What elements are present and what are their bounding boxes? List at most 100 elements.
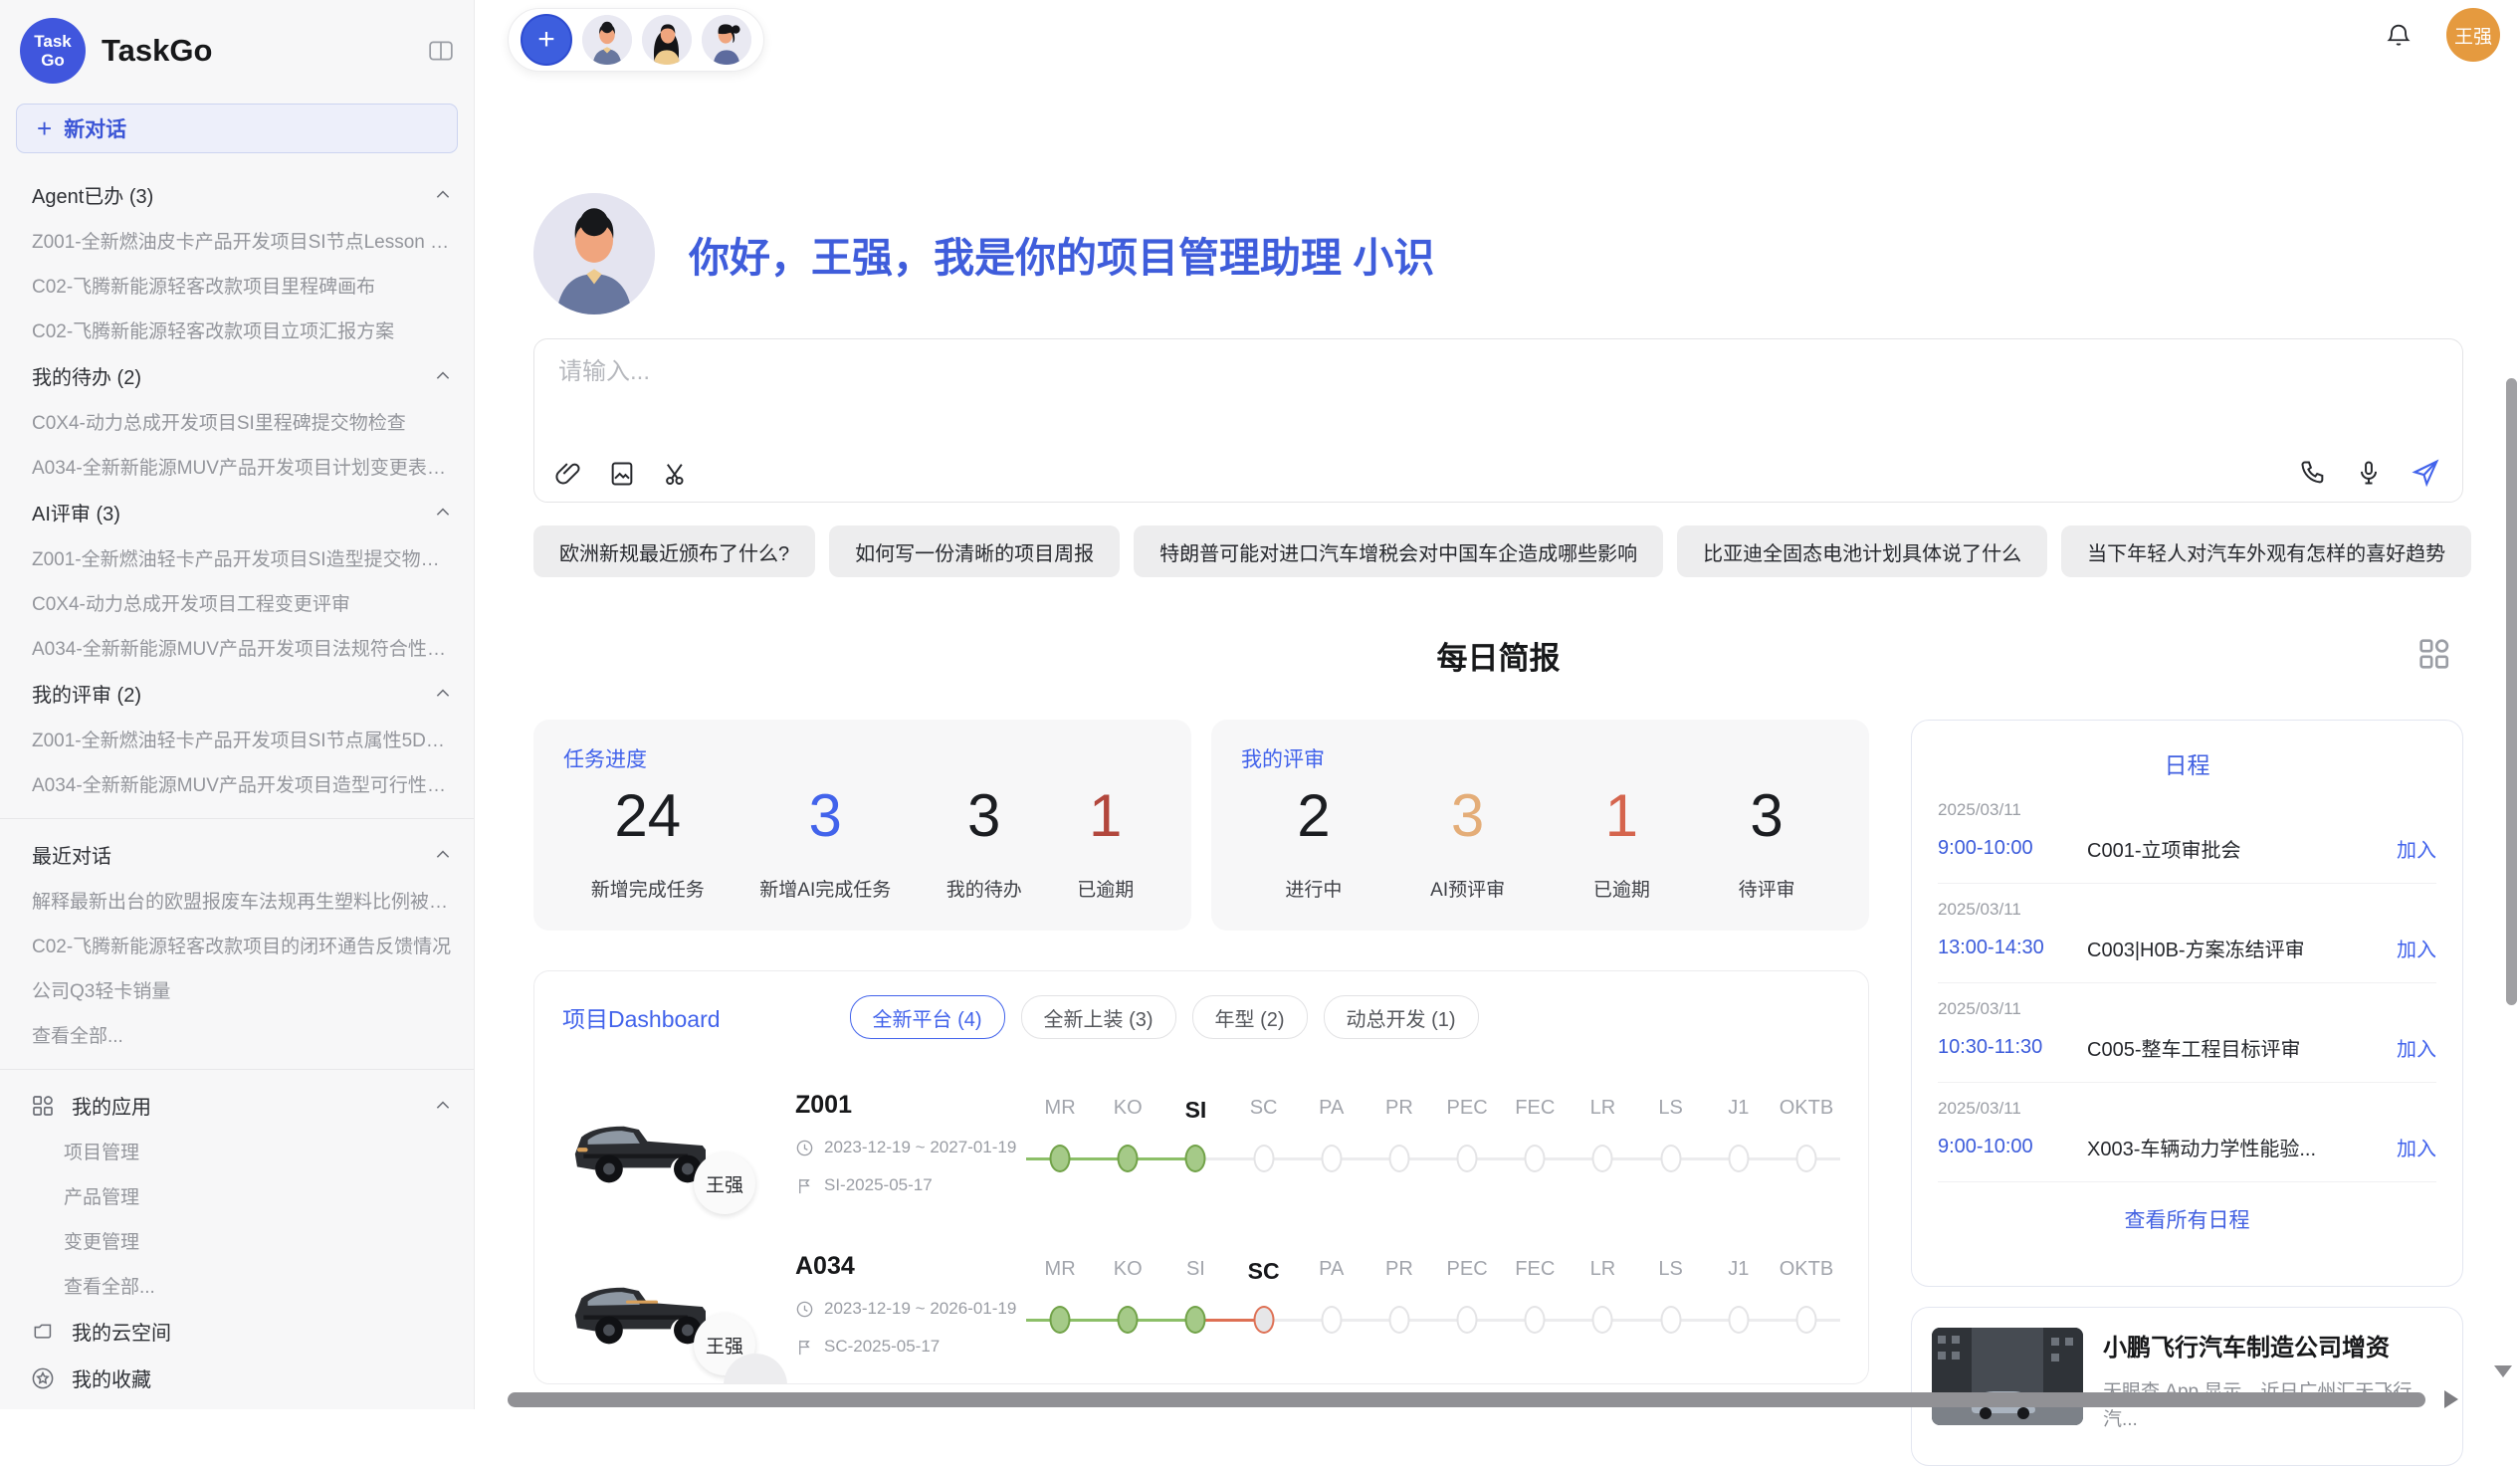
milestone-pec: PEC: [1433, 1097, 1501, 1174]
suggestion-chip[interactable]: 比亚迪全固态电池计划具体说了什么: [1677, 525, 2047, 577]
join-button[interactable]: 加入: [2397, 1033, 2436, 1062]
new-chat-button[interactable]: + 新对话: [16, 104, 458, 153]
tab-year-model[interactable]: 年型 (2): [1192, 995, 1308, 1039]
join-button[interactable]: 加入: [2397, 834, 2436, 863]
milestone-dot: [1388, 1145, 1409, 1172]
sidebar-item-change-mgmt[interactable]: 变更管理: [0, 1218, 474, 1263]
tab-powertrain[interactable]: 动总开发 (1): [1324, 995, 1479, 1039]
group-ai-review[interactable]: AI评审 (3): [0, 489, 474, 535]
chat-input[interactable]: [556, 357, 2440, 387]
chevron-up-icon[interactable]: [434, 367, 452, 385]
divider: [0, 1069, 474, 1070]
milestone-ko: KO: [1094, 1097, 1161, 1174]
sidebar-chat-item[interactable]: 解释最新出台的欧盟报废车法规再生塑料比例被调至15%...: [0, 878, 474, 923]
sidebar-item-my-apps[interactable]: 我的应用: [0, 1082, 474, 1129]
layout-grid-icon[interactable]: [2415, 635, 2453, 673]
top-right-controls: 王强: [2385, 8, 2500, 62]
sidebar-chat-item[interactable]: A034-全新新能源MUV产品开发项目造型可行性评审: [0, 761, 474, 806]
sidebar-item-product-mgmt[interactable]: 产品管理: [0, 1173, 474, 1218]
chevron-up-icon[interactable]: [434, 186, 452, 204]
new-chat-label: 新对话: [64, 113, 126, 143]
notification-bell-icon[interactable]: [2385, 21, 2413, 49]
schedule-title: 日程: [1938, 746, 2436, 780]
project-name[interactable]: Z001: [795, 1091, 1026, 1120]
sidebar-chat-item[interactable]: A034-全新新能源MUV产品开发项目计划变更表编写: [0, 444, 474, 489]
vertical-scrollbar[interactable]: [2506, 378, 2517, 1005]
agent-avatar-2[interactable]: [642, 15, 692, 65]
star-badge-icon: [30, 1365, 56, 1391]
user-avatar[interactable]: 王强: [2446, 8, 2500, 62]
milestone-dot: [1525, 1145, 1546, 1172]
cloud-folder-icon: [30, 1319, 56, 1345]
group-label: 最近对话: [32, 840, 111, 869]
image-icon[interactable]: [608, 460, 636, 488]
view-all-schedule-link[interactable]: 查看所有日程: [1938, 1182, 2436, 1256]
project-owner-badge: 王强: [694, 1152, 755, 1214]
attachment-icon[interactable]: [554, 460, 582, 488]
project-name[interactable]: A034: [795, 1252, 1026, 1281]
microphone-icon[interactable]: [2355, 459, 2383, 487]
milestone-dot: [1388, 1306, 1409, 1334]
milestone-dot: [1728, 1306, 1749, 1334]
suggestion-chip[interactable]: 欧洲新规最近颁布了什么?: [533, 525, 815, 577]
tab-new-body[interactable]: 全新上装 (3): [1021, 995, 1176, 1039]
apps-grid-icon: [30, 1093, 56, 1119]
suggestion-chip[interactable]: 当下年轻人对汽车外观有怎样的喜好趋势: [2061, 525, 2471, 577]
tab-new-platform[interactable]: 全新平台 (4): [850, 995, 1005, 1039]
stats-row: 任务进度 24 新增完成任务 3 新增AI完成任务 3 我的待办 1 已逾期: [533, 720, 1869, 931]
scissors-icon[interactable]: [662, 460, 690, 488]
schedule-date: 2025/03/11: [1938, 900, 2436, 920]
sidebar-chat-item[interactable]: Z001-全新燃油轻卡产品开发项目SI造型提交物评审: [0, 535, 474, 580]
milestone-dot: [1050, 1306, 1071, 1334]
sidebar-collapse-icon[interactable]: [428, 38, 454, 64]
group-agent-done[interactable]: Agent已办 (3): [0, 171, 474, 218]
group-my-review[interactable]: 我的评审 (2): [0, 670, 474, 717]
add-agent-button[interactable]: +: [521, 14, 572, 66]
news-card[interactable]: 小鹏飞行汽车制造公司增资 天眼查 App 显示，近日广州汇天飞行汽...: [1911, 1307, 2463, 1466]
milestone-dot: [1728, 1145, 1749, 1172]
chevron-up-icon[interactable]: [434, 846, 452, 864]
group-label: AI评审 (3): [32, 498, 120, 526]
sidebar-chat-item[interactable]: Z001-全新燃油皮卡产品开发项目SI节点Lesson Learn报告: [0, 218, 474, 263]
milestone-dot: [1185, 1145, 1206, 1172]
sidebar-item-project-mgmt[interactable]: 项目管理: [0, 1129, 474, 1173]
milestone-j1: J1: [1705, 1097, 1773, 1174]
sidebar-chat-item[interactable]: C02-飞腾新能源轻客改款项目里程碑画布: [0, 263, 474, 308]
milestone-dot: [1457, 1145, 1478, 1172]
sidebar-view-all-recent[interactable]: 查看全部...: [0, 1012, 474, 1057]
sidebar-chat-item[interactable]: C02-飞腾新能源轻客改款项目的闭环通告反馈情况: [0, 923, 474, 967]
schedule-date: 2025/03/11: [1938, 800, 2436, 820]
dashboard-title: 项目Dashboard: [562, 1000, 721, 1034]
chevron-up-icon[interactable]: [434, 685, 452, 703]
group-recent-chats[interactable]: 最近对话: [0, 831, 474, 878]
sidebar-item-favorites[interactable]: 我的收藏: [0, 1355, 474, 1401]
join-button[interactable]: 加入: [2397, 934, 2436, 962]
agent-avatar-3[interactable]: [702, 15, 751, 65]
group-my-todo[interactable]: 我的待办 (2): [0, 352, 474, 399]
agent-avatar-1[interactable]: [582, 15, 632, 65]
project-info: A034 2023-12-19 ~ 2026-01-19 SC-2025-05-…: [795, 1252, 1026, 1357]
suggestion-chip[interactable]: 特朗普可能对进口汽车增税会对中国车企造成哪些影响: [1134, 525, 1663, 577]
chevron-up-icon[interactable]: [434, 1097, 452, 1115]
join-button[interactable]: 加入: [2397, 1133, 2436, 1161]
sidebar-chat-item[interactable]: C02-飞腾新能源轻客改款项目立项汇报方案: [0, 308, 474, 352]
chevron-up-icon[interactable]: [434, 504, 452, 522]
horizontal-scrollbar[interactable]: [508, 1392, 2425, 1407]
stat-value: 3: [1750, 783, 1783, 849]
sidebar-chat-item[interactable]: Z001-全新燃油轻卡产品开发项目SI节点属性5D文件评审: [0, 717, 474, 761]
sidebar-chat-item[interactable]: 公司Q3轻卡销量: [0, 967, 474, 1012]
sidebar-chat-item[interactable]: C0X4-动力总成开发项目工程变更评审: [0, 580, 474, 625]
sidebar-chat-item[interactable]: C0X4-动力总成开发项目SI里程碑提交物检查: [0, 399, 474, 444]
phone-icon[interactable]: [2299, 459, 2327, 487]
sidebar-item-cloud-space[interactable]: 我的云空间: [0, 1308, 474, 1355]
milestone-pa: PA: [1298, 1258, 1365, 1336]
send-icon[interactable]: [2411, 458, 2440, 488]
milestone-ls: LS: [1637, 1258, 1705, 1336]
sidebar-chat-item[interactable]: A034-全新新能源MUV产品开发项目法规符合性评审: [0, 625, 474, 670]
suggestion-chip[interactable]: 如何写一份清晰的项目周报: [829, 525, 1120, 577]
sidebar-view-all-apps[interactable]: 查看全部...: [0, 1263, 474, 1308]
scroll-down-arrow-icon[interactable]: [2494, 1365, 2512, 1377]
milestone-dot: [1118, 1145, 1139, 1172]
scroll-right-arrow-icon[interactable]: [2444, 1390, 2458, 1408]
greeting-block: 你好，王强，我是你的项目管理助理 小识: [533, 193, 1434, 314]
